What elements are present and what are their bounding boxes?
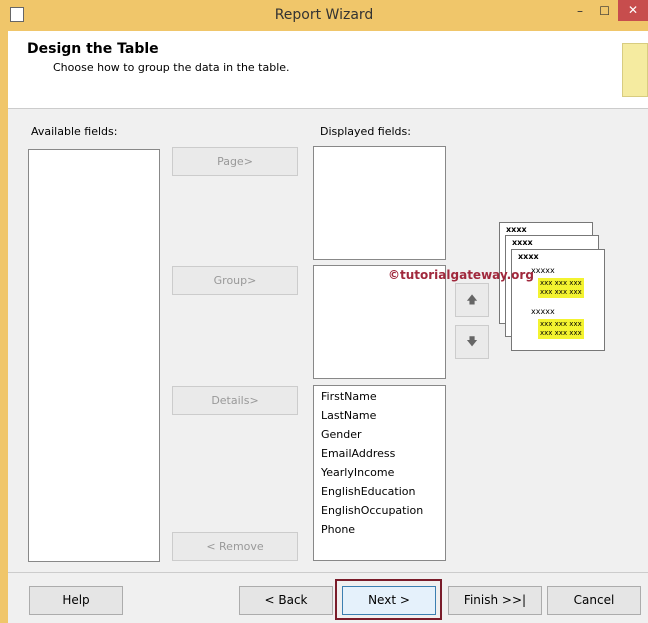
details-fields-list[interactable]: FirstName LastName Gender EmailAddress Y… (313, 385, 446, 561)
preview-card-front: xxxx xxxxx xxx xxx xxx xxx xxx xxx xxxxx … (511, 249, 605, 351)
page-subtitle: Choose how to group the data in the tabl… (53, 61, 290, 74)
move-down-button[interactable]: 🡇 (455, 325, 489, 359)
page-button[interactable]: Page> (172, 147, 298, 176)
list-item[interactable]: FirstName (314, 387, 445, 406)
title-bar: Report Wizard – ☐ ✕ (0, 0, 648, 31)
wizard-header: Design the Table Choose how to group the… (8, 31, 648, 109)
watermark: ©tutorialgateway.org (388, 268, 534, 282)
remove-button[interactable]: < Remove (172, 532, 298, 561)
list-item[interactable]: EnglishEducation (314, 482, 445, 501)
next-button[interactable]: Next > (342, 586, 436, 615)
list-item[interactable]: LastName (314, 406, 445, 425)
wizard-body: Design the Table Choose how to group the… (8, 31, 648, 623)
window-title: Report Wizard (274, 7, 374, 23)
footer-divider (8, 572, 648, 573)
list-item[interactable]: EnglishOccupation (314, 501, 445, 520)
page-fields-list[interactable] (313, 146, 446, 260)
wizard-note-icon (622, 43, 648, 97)
minimize-button[interactable]: – (577, 4, 583, 18)
preview-group: xxxxx (531, 307, 555, 316)
preview-group: xxxxx (531, 266, 555, 275)
available-fields-label: Available fields: (31, 125, 118, 138)
group-fields-list[interactable] (313, 265, 446, 379)
preview-header: xxxx (518, 252, 539, 261)
details-button[interactable]: Details> (172, 386, 298, 415)
finish-button[interactable]: Finish >>| (448, 586, 542, 615)
back-button[interactable]: < Back (239, 586, 333, 615)
displayed-fields-label: Displayed fields: (320, 125, 411, 138)
close-button[interactable]: ✕ (618, 0, 648, 21)
available-fields-list[interactable] (28, 149, 160, 562)
page-title: Design the Table (27, 41, 159, 57)
preview-row: xxx xxx xxx xxx xxx xxx (538, 319, 584, 339)
group-button[interactable]: Group> (172, 266, 298, 295)
move-up-button[interactable]: 🡅 (455, 283, 489, 317)
list-item[interactable]: Gender (314, 425, 445, 444)
list-item[interactable]: YearlyIncome (314, 463, 445, 482)
maximize-button[interactable]: ☐ (599, 4, 610, 18)
help-button[interactable]: Help (29, 586, 123, 615)
cancel-button[interactable]: Cancel (547, 586, 641, 615)
list-item[interactable]: EmailAddress (314, 444, 445, 463)
list-item[interactable]: Phone (314, 520, 445, 539)
preview-row: xxx xxx xxx xxx xxx xxx (538, 278, 584, 298)
